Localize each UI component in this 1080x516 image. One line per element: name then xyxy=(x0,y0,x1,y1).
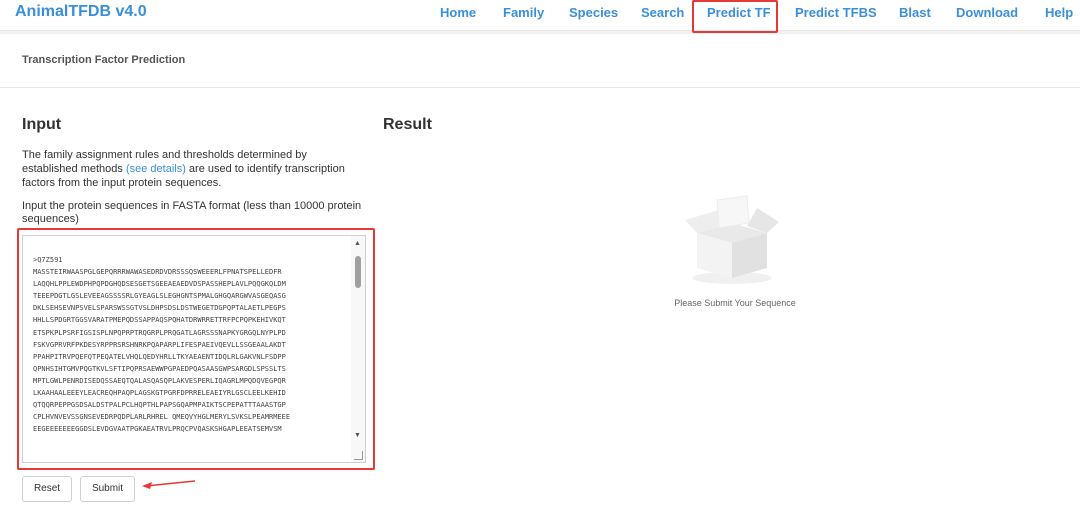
scroll-up-icon[interactable]: ▲ xyxy=(354,240,361,247)
see-details-link[interactable]: (see details) xyxy=(126,163,186,175)
nav-species[interactable]: Species xyxy=(569,5,618,20)
input-heading: Input xyxy=(22,116,62,133)
scroll-thumb[interactable] xyxy=(355,256,361,288)
nav-help[interactable]: Help xyxy=(1045,5,1073,20)
empty-box-icon xyxy=(685,195,779,284)
scroll-down-icon[interactable]: ▼ xyxy=(354,432,361,439)
reset-button[interactable]: Reset xyxy=(22,476,72,502)
nav-download[interactable]: Download xyxy=(956,5,1018,20)
nav-family[interactable]: Family xyxy=(503,5,544,20)
page-title: Transcription Factor Prediction xyxy=(22,54,186,66)
sequence-content: >Q7Z591 MASSTEIRWAASPGLGEPQRRRWAWASEDRDV… xyxy=(33,256,291,434)
input-hint: Input the protein sequences in FASTA for… xyxy=(22,200,362,225)
resize-grip-icon[interactable] xyxy=(354,451,363,460)
nav-predict-tfbs[interactable]: Predict TFBS xyxy=(795,5,877,20)
predict-tf-highlight xyxy=(692,0,778,33)
top-navbar: AnimalTFDB v4.0 Home Family Species Sear… xyxy=(0,0,1080,31)
brand-logo[interactable]: AnimalTFDB v4.0 xyxy=(15,3,147,21)
sequence-textarea[interactable]: >Q7Z591 MASSTEIRWAASPGLGEPQRRRWAWASEDRDV… xyxy=(22,235,366,463)
page-header: Transcription Factor Prediction xyxy=(0,34,1080,88)
input-description: The family assignment rules and threshol… xyxy=(22,148,362,190)
nav-home[interactable]: Home xyxy=(440,5,476,20)
textarea-scrollbar[interactable]: ▲ ▼ xyxy=(351,236,365,462)
arrow-annotation-icon xyxy=(142,480,196,489)
main-content: Input Result The family assignment rules… xyxy=(0,88,1080,516)
empty-result-text: Please Submit Your Sequence xyxy=(674,298,796,308)
nav-search[interactable]: Search xyxy=(641,5,684,20)
nav-blast[interactable]: Blast xyxy=(899,5,931,20)
submit-button[interactable]: Submit xyxy=(80,476,135,502)
result-heading: Result xyxy=(383,116,432,133)
